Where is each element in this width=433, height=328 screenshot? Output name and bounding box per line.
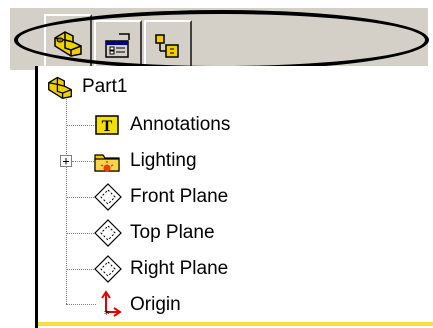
feature-tree-panel: Part1 T Annotations + Lighting Front Pla… — [35, 66, 433, 328]
tree-item-top-plane[interactable]: Top Plane — [92, 216, 215, 250]
tree-item-origin[interactable]: * Origin — [92, 288, 181, 322]
panel-bottom-border — [38, 322, 433, 326]
plane-icon — [92, 181, 124, 213]
manager-tabstrip — [10, 8, 429, 70]
tree-item-label: Origin — [130, 294, 181, 315]
property-icon — [103, 32, 133, 60]
tree-item-annotations[interactable]: T Annotations — [92, 108, 230, 142]
plane-icon — [92, 217, 124, 249]
tab-propertymanager[interactable] — [94, 20, 142, 70]
configuration-icon — [153, 31, 183, 61]
tree-item-front-plane[interactable]: Front Plane — [92, 180, 228, 214]
part-icon — [51, 28, 85, 58]
origin-icon: * — [92, 289, 124, 321]
part-icon — [44, 71, 76, 103]
tree-item-lighting[interactable]: Lighting — [92, 144, 197, 178]
tree-item-label: Front Plane — [130, 186, 229, 207]
expander-glyph: + — [62, 154, 70, 168]
tree-root[interactable]: Part1 — [44, 70, 127, 104]
tab-featuremanager[interactable] — [44, 14, 92, 70]
lighting-folder-icon — [92, 145, 124, 177]
tab-configurationmanager[interactable] — [144, 20, 192, 70]
annotations-icon: T — [92, 109, 124, 141]
svg-text:T: T — [102, 118, 113, 135]
plane-icon — [92, 253, 124, 285]
tree-item-right-plane[interactable]: Right Plane — [92, 252, 228, 286]
tree-item-label: Annotations — [130, 114, 231, 135]
tree-item-label: Top Plane — [130, 222, 215, 243]
tree-item-label: Right Plane — [130, 258, 229, 279]
svg-text:*: * — [104, 308, 110, 320]
expand-lighting-button[interactable]: + — [60, 155, 72, 167]
tree-root-label: Part1 — [82, 76, 128, 97]
tree-item-label: Lighting — [130, 150, 197, 171]
